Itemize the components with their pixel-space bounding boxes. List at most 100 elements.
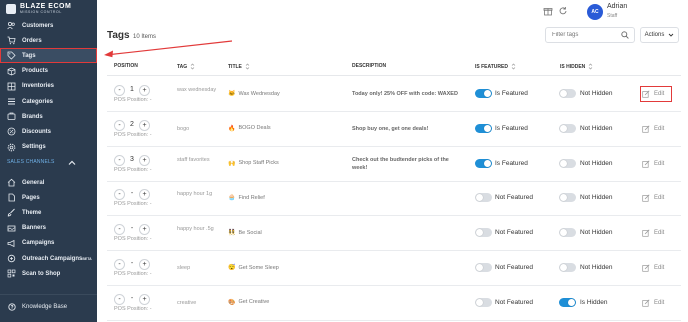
toggle-switch[interactable] [559,123,576,133]
users-icon [7,21,16,30]
toggle-switch[interactable] [559,228,576,238]
user-name[interactable]: Adrian [607,3,627,10]
sidebar-item-brands[interactable]: Brands [0,109,97,124]
help-icon [7,302,16,311]
increment-button[interactable]: + [139,119,150,131]
sidebar-item-customers[interactable]: Customers [0,18,97,33]
sidebar-item-label: Settings [22,144,46,151]
sidebar-item-label: General [22,179,45,186]
refresh-icon[interactable] [558,6,568,16]
brands-icon [7,112,16,121]
pos-position-label: POS Position: - [114,271,152,277]
increment-button[interactable]: + [139,224,150,236]
chevron-up-icon[interactable] [68,159,76,167]
position-value: - [130,260,134,267]
toggle-switch[interactable] [475,297,492,307]
toggle-switch[interactable] [475,193,492,203]
sidebar-item-scan-to-shop[interactable]: Scan to Shop [0,266,97,281]
sidebar-item-categories[interactable]: Categories [0,94,97,109]
chevron-down-icon [669,33,674,37]
sidebar-item-campaigns[interactable]: Campaigns [0,236,97,251]
toggle-switch[interactable] [475,228,492,238]
sidebar-item-products[interactable]: Products [0,64,97,79]
toggle-switch[interactable] [475,158,492,168]
sidebar-item-pages[interactable]: Pages [0,190,97,205]
avatar[interactable]: AC [587,4,603,20]
sidebar-item-knowledge-base[interactable]: Knowledge Base [0,299,97,314]
actions-dropdown[interactable]: Actions [640,27,679,43]
toggle-switch[interactable] [475,123,492,133]
toggle-knob [476,229,483,237]
decrement-button[interactable]: - [114,119,125,131]
sidebar-item-banners[interactable]: Banners [0,221,97,236]
tag-name: sleep [177,265,191,271]
sidebar-item-general[interactable]: General [0,175,97,190]
edit-button[interactable]: Edit [642,227,670,239]
edit-button[interactable]: Edit [640,86,672,102]
sidebar-item-tags[interactable]: Tags [0,48,97,64]
increment-button[interactable]: + [139,85,150,96]
cart-icon [7,36,16,45]
search-icon[interactable] [621,31,629,39]
decrement-button[interactable]: - [114,154,125,166]
brand-logo[interactable]: BLAZE ECOM MISSION CONTROL [0,0,97,17]
edit-icon [642,299,650,307]
qr-icon [7,269,16,278]
toggle-switch[interactable] [559,263,576,272]
edit-button[interactable]: Edit [642,158,670,170]
sidebar-item-label: Products [22,68,49,75]
pages-icon [7,193,16,202]
header-featured[interactable]: IS FEATURED [475,63,516,70]
toggle-switch[interactable] [559,193,576,203]
increment-button[interactable]: + [139,189,150,201]
sidebar-item-label: Theme [22,209,42,216]
decrement-button[interactable]: - [114,85,125,96]
toggle-switch[interactable] [559,297,576,307]
increment-button[interactable]: + [139,293,150,305]
tag-name: happy hour 1g [177,191,213,198]
tag-title: 🎨 Get Creative [228,299,269,306]
header-title-label: TITLE [228,63,242,70]
sidebar-item-label: Discounts [22,128,52,135]
hidden-status: Not Hidden [580,229,613,237]
header-tag[interactable]: TAG [177,63,195,70]
sidebar-item-label: Brands [22,113,43,120]
header-featured-label: IS FEATURED [475,63,508,70]
sidebar-item-inventories[interactable]: Inventories [0,79,97,94]
decrement-button[interactable]: - [114,259,125,270]
toggle-switch[interactable] [559,158,576,168]
box-icon [7,67,16,76]
sidebar-item-settings[interactable]: Settings [0,140,97,155]
position-value: - [130,190,134,198]
tag-title-text: Get Some Sleep [238,264,279,271]
toggle-knob [560,194,567,202]
decrement-button[interactable]: - [114,189,125,201]
sidebar-item-discounts[interactable]: Discounts [0,124,97,139]
sidebar-item-outreach-campaigns[interactable]: Outreach Campaigns BETA [0,251,97,266]
header-hidden[interactable]: IS HIDDEN [560,63,593,70]
position-value: - [130,294,134,302]
toggle-knob [568,298,575,306]
header-title[interactable]: TITLE [228,63,250,70]
decrement-button[interactable]: - [114,293,125,305]
featured-status: Not Featured [495,229,533,237]
title-emoji-icon: 👯 [228,230,236,237]
hidden-status: Not Hidden [580,90,613,97]
increment-button[interactable]: + [139,259,150,270]
sidebar-item-theme[interactable]: Theme [0,205,97,220]
gift-icon[interactable] [543,6,553,16]
increment-button[interactable]: + [139,154,150,166]
edit-button[interactable]: Edit [642,123,670,135]
toggle-switch[interactable] [475,89,492,98]
toggle-switch[interactable] [475,263,492,272]
tag-title: 👯 Be Social [228,229,262,237]
table-row: -3 + POS Position: - staff favorites 🙌 Shop S… [107,147,681,182]
sidebar-item-label: Knowledge Base [22,303,68,310]
decrement-button[interactable]: - [114,224,125,236]
toggle-switch[interactable] [559,89,576,98]
edit-button[interactable]: Edit [642,262,670,274]
title-emoji-icon: 🐱 [228,91,236,97]
sidebar-item-orders[interactable]: Orders [0,33,97,48]
edit-button[interactable]: Edit [642,297,670,309]
edit-button[interactable]: Edit [642,192,670,204]
